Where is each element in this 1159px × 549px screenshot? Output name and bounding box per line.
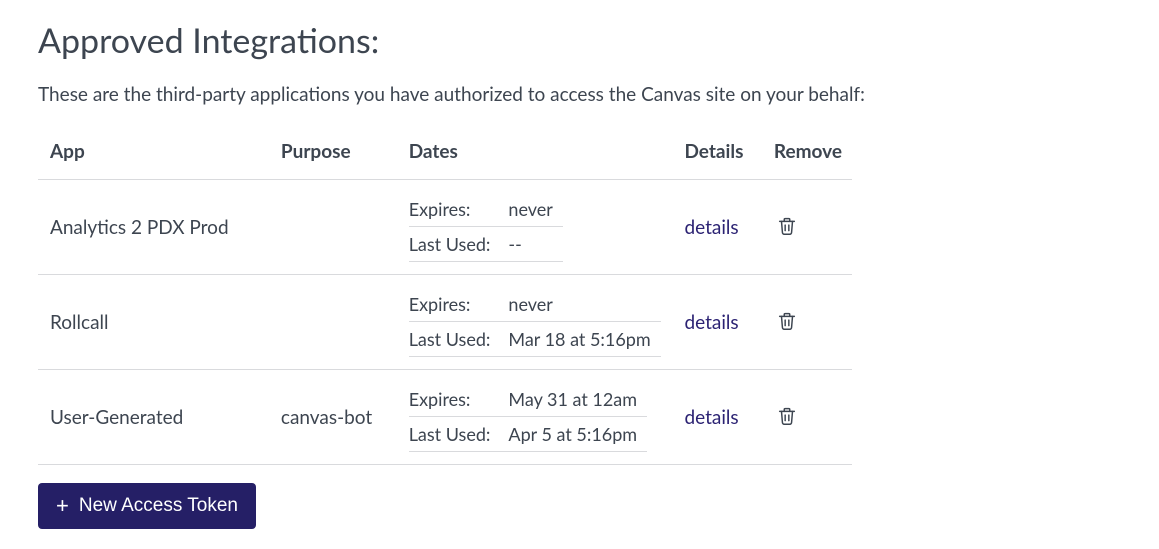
last-used-label: Last Used: [409, 227, 509, 262]
cell-dates: Expires: never Last Used: -- [399, 180, 675, 275]
col-header-details: Details [674, 130, 763, 180]
expires-label: Expires: [409, 382, 509, 417]
cell-purpose [271, 275, 399, 370]
trash-icon [776, 310, 798, 332]
page-description: These are the third-party applications y… [38, 83, 1121, 106]
details-link[interactable]: details [684, 216, 738, 239]
col-header-purpose: Purpose [271, 130, 399, 180]
trash-icon [776, 215, 798, 237]
last-used-value: Apr 5 at 5:16pm [508, 417, 647, 452]
last-used-label: Last Used: [409, 322, 509, 357]
cell-remove [764, 275, 852, 370]
table-row: Rollcall Expires: never Last Used: Mar 1… [38, 275, 852, 370]
cell-remove [764, 180, 852, 275]
cell-purpose [271, 180, 399, 275]
remove-button[interactable] [774, 308, 800, 334]
remove-button[interactable] [774, 403, 800, 429]
last-used-value: -- [508, 227, 562, 262]
plus-icon: + [56, 495, 69, 517]
expires-value: never [508, 287, 660, 322]
cell-app: Analytics 2 PDX Prod [38, 180, 271, 275]
new-access-token-label: New Access Token [79, 495, 238, 517]
cell-app: User-Generated [38, 370, 271, 465]
col-header-app: App [38, 130, 271, 180]
details-link[interactable]: details [684, 311, 738, 334]
expires-label: Expires: [409, 192, 509, 227]
cell-dates: Expires: never Last Used: Mar 18 at 5:16… [399, 275, 675, 370]
col-header-dates: Dates [399, 130, 675, 180]
expires-value: never [508, 192, 562, 227]
cell-remove [764, 370, 852, 465]
table-row: Analytics 2 PDX Prod Expires: never Last… [38, 180, 852, 275]
col-header-remove: Remove [764, 130, 852, 180]
remove-button[interactable] [774, 213, 800, 239]
integrations-table: App Purpose Dates Details Remove Analyti… [38, 130, 852, 465]
expires-label: Expires: [409, 287, 509, 322]
table-row: User-Generated canvas-bot Expires: May 3… [38, 370, 852, 465]
new-access-token-button[interactable]: + New Access Token [38, 483, 256, 529]
details-link[interactable]: details [684, 406, 738, 429]
expires-value: May 31 at 12am [508, 382, 647, 417]
trash-icon [776, 405, 798, 427]
cell-app: Rollcall [38, 275, 271, 370]
last-used-label: Last Used: [409, 417, 509, 452]
cell-details: details [674, 275, 763, 370]
cell-details: details [674, 180, 763, 275]
cell-purpose: canvas-bot [271, 370, 399, 465]
page-title: Approved Integrations: [38, 20, 1121, 61]
cell-details: details [674, 370, 763, 465]
last-used-value: Mar 18 at 5:16pm [508, 322, 660, 357]
cell-dates: Expires: May 31 at 12am Last Used: Apr 5… [399, 370, 675, 465]
